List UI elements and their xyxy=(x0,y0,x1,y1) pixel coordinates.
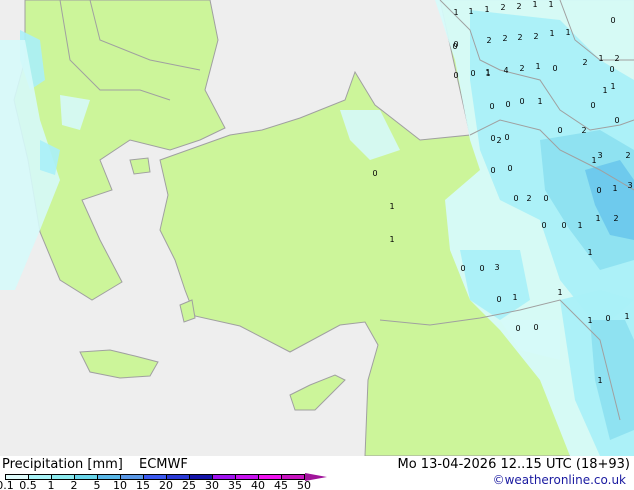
legend-tick-label: 2 xyxy=(70,479,78,490)
legend-tick-label: 20 xyxy=(159,479,173,490)
precip-value-label: 0 xyxy=(552,64,557,73)
precip-value-label: 4 xyxy=(503,66,508,75)
precip-value-label: 0 xyxy=(543,194,548,203)
precip-value-label: 2 xyxy=(614,54,619,63)
precip-value-label: 1 xyxy=(389,235,394,244)
weather-map-view: 1112211000122221101421002120100000012120… xyxy=(0,0,634,490)
legend-tick-label: 35 xyxy=(228,479,242,490)
precip-value-label: 2 xyxy=(486,36,491,45)
precip-value-label: 1 xyxy=(610,82,615,91)
precip-value-label: 0 xyxy=(452,42,457,51)
precip-value-label: 1 xyxy=(548,0,553,9)
precip-value-label: 0 xyxy=(453,71,458,80)
precip-value-label: 0 xyxy=(504,133,509,142)
precip-value-label: 1 xyxy=(565,28,570,37)
precip-value-label: 0 xyxy=(519,97,524,106)
precip-value-label: 1 xyxy=(512,293,517,302)
precip-value-label: 0 xyxy=(614,116,619,125)
precip-value-label: 0 xyxy=(479,264,484,273)
precip-value-label: 0 xyxy=(541,221,546,230)
legend-tick-label: 1 xyxy=(47,479,55,490)
precip-value-label: 1 xyxy=(549,29,554,38)
precip-value-label: 2 xyxy=(516,2,521,11)
precip-value-label: 3 xyxy=(494,263,499,272)
precipitation-map: 1 1 1 2 2 1 100 0 12 2 2 2 1 101 4 2 1002 1 20100 0 00012120… xyxy=(0,0,634,456)
precip-value-label: 0 xyxy=(507,164,512,173)
precip-value-label: 1 xyxy=(591,156,596,165)
model-name: ECMWF xyxy=(139,457,188,472)
precip-value-label: 0 xyxy=(609,65,614,74)
precip-value-label: 0 xyxy=(557,126,562,135)
credit-link[interactable]: ©weatheronline.co.uk xyxy=(493,473,626,487)
precip-value-label: 1 xyxy=(389,202,394,211)
precip-value-label: 1 xyxy=(602,86,607,95)
legend-tick-label: 15 xyxy=(136,479,150,490)
precip-value-label: 0 xyxy=(596,186,601,195)
precip-value-label: 2 xyxy=(519,64,524,73)
precip-value-label: 2 xyxy=(502,34,507,43)
precip-value-label: 3 xyxy=(597,151,602,160)
precip-value-label: 0 xyxy=(489,102,494,111)
legend-tick-label: 45 xyxy=(274,479,288,490)
precip-value-label: 1 xyxy=(537,97,542,106)
precip-value-label: 0 xyxy=(561,221,566,230)
precip-value-label: 0 xyxy=(490,166,495,175)
precip-value-label: 0 xyxy=(470,69,475,78)
precip-value-label: 0 xyxy=(496,295,501,304)
precip-value-label: 2 xyxy=(582,58,587,67)
legend-tick-label: 40 xyxy=(251,479,265,490)
legend-tick-label: 5 xyxy=(93,479,101,490)
precip-value-label: 1 xyxy=(587,248,592,257)
precip-value-label: 0 xyxy=(605,314,610,323)
precip-value-label: 1 xyxy=(557,288,562,297)
precip-value-label: 0 xyxy=(590,101,595,110)
precip-value-label: 1 xyxy=(612,184,617,193)
legend-tick-label: 25 xyxy=(182,479,196,490)
precip-value-label: 0 xyxy=(533,323,538,332)
precip-value-label: 1 xyxy=(468,7,473,16)
precip-value-label: 1 xyxy=(597,376,602,385)
precip-value-label: 0 xyxy=(372,169,377,178)
map-title: Precipitation [mm] xyxy=(2,457,123,472)
precip-value-label: 1 xyxy=(485,68,490,77)
legend-tick-label: 0.1 xyxy=(0,479,14,490)
precip-value-label: 1 xyxy=(453,8,458,17)
precip-value-label: 1 xyxy=(577,221,582,230)
legend-tick-label: 30 xyxy=(205,479,219,490)
precip-value-label: 1 xyxy=(587,316,592,325)
precip-value-label: 2 xyxy=(500,3,505,12)
precip-value-label: 0 xyxy=(505,100,510,109)
precip-value-label: 0 xyxy=(513,194,518,203)
precip-value-label: 2 xyxy=(496,136,501,145)
precip-value-label: 0 xyxy=(490,134,495,143)
precip-value-label: 0 xyxy=(610,16,615,25)
precip-value-label: 0 xyxy=(515,324,520,333)
legend-tick-label: 10 xyxy=(113,479,127,490)
precip-value-label: 2 xyxy=(533,32,538,41)
precip-value-label: 1 xyxy=(535,62,540,71)
precip-value-label: 1 xyxy=(624,312,629,321)
precip-value-label: 2 xyxy=(517,33,522,42)
precip-value-label: 2 xyxy=(613,214,618,223)
precip-value-label: 3 xyxy=(627,181,632,190)
precip-value-label: 1 xyxy=(484,5,489,14)
precip-value-label: 1 xyxy=(598,54,603,63)
legend-tick-label: 0.5 xyxy=(19,479,37,490)
precip-value-label: 2 xyxy=(526,194,531,203)
precip-value-label: 1 xyxy=(532,0,537,9)
precip-value-label: 0 xyxy=(460,264,465,273)
lesbos-island xyxy=(129,157,151,175)
precip-value-label: 2 xyxy=(581,126,586,135)
legend-footer: Precipitation [mm] ECMWF Mo 13-04-2026 1… xyxy=(0,456,634,490)
forecast-datetime: Mo 13-04-2026 12..15 UTC (18+93) xyxy=(397,457,631,472)
precip-value-label: 1 xyxy=(595,214,600,223)
precip-value-label: 2 xyxy=(625,151,630,160)
legend-tick-label: 50 xyxy=(297,479,311,490)
